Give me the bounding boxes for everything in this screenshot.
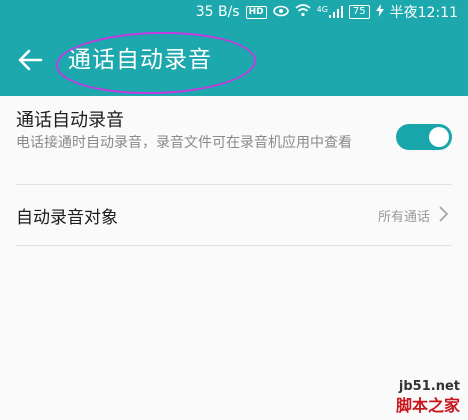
status-icons: 35 B/s HD 4G 75 半夜12:11 xyxy=(196,0,458,24)
watermark-brand: 脚本之家 xyxy=(395,396,460,415)
toggle-knob xyxy=(429,127,449,147)
app-bar: 通话自动录音 xyxy=(0,24,468,96)
record-target-setting[interactable]: 自动录音对象 所有通话 xyxy=(16,185,452,246)
auto-record-setting[interactable]: 通话自动录音 电话接通时自动录音，录音文件可在录音机应用中查看 xyxy=(16,96,452,185)
chevron-right-icon xyxy=(436,203,452,225)
page-title: 通话自动录音 xyxy=(68,47,212,73)
auto-record-title: 通话自动录音 xyxy=(16,110,124,131)
charging-icon xyxy=(375,4,384,20)
hd-badge: HD xyxy=(245,5,267,19)
auto-record-description: 电话接通时自动录音，录音文件可在录音机应用中查看 xyxy=(16,135,352,151)
battery-indicator: 75 xyxy=(348,5,370,19)
status-bar: 35 B/s HD 4G 75 半夜12:11 xyxy=(0,0,468,24)
record-target-value: 所有通话 xyxy=(377,210,430,225)
wifi-icon xyxy=(295,4,311,20)
auto-record-toggle[interactable] xyxy=(396,124,452,150)
network-speed: 35 B/s xyxy=(195,4,240,20)
back-arrow-icon[interactable] xyxy=(10,40,50,80)
network-type-label: 4G xyxy=(316,5,328,14)
eye-icon xyxy=(272,5,289,20)
settings-list: 通话自动录音 电话接通时自动录音，录音文件可在录音机应用中查看 自动录音对象 所… xyxy=(0,96,468,246)
cellular-signal-icon: 4G xyxy=(317,6,343,18)
clock: 半夜12:11 xyxy=(389,5,458,21)
record-target-label: 自动录音对象 xyxy=(16,208,118,228)
